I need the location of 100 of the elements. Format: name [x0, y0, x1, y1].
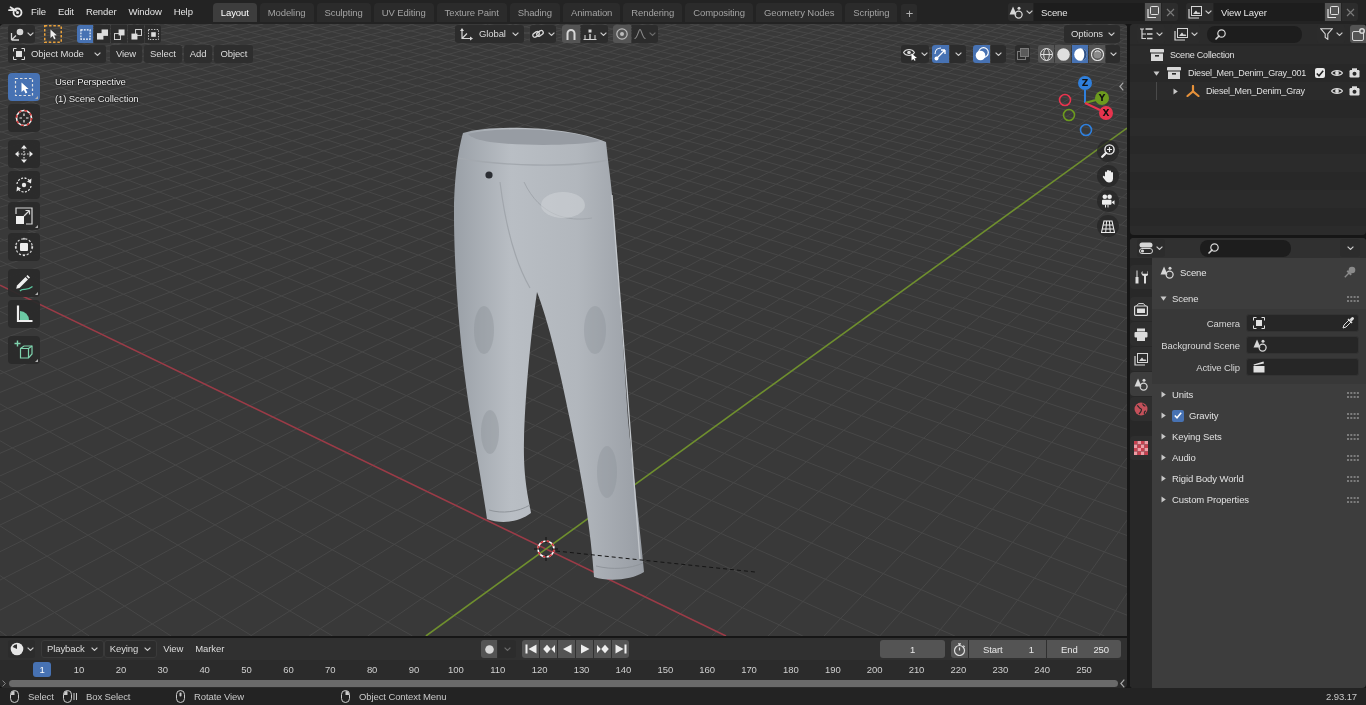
workspace-tab[interactable]: Shading	[509, 3, 560, 22]
search-field[interactable]	[1207, 25, 1302, 43]
tool-button[interactable]	[8, 104, 40, 132]
tool-button[interactable]	[8, 233, 40, 261]
timeline-scrollbar[interactable]	[9, 679, 1118, 687]
tool-button[interactable]	[8, 269, 40, 297]
snap-target-dropdown[interactable]	[581, 25, 608, 43]
shading-mode-button[interactable]	[1089, 45, 1105, 63]
menu-item[interactable]: File	[25, 3, 52, 21]
menu-item[interactable]: Render	[79, 3, 123, 21]
header-menu[interactable]: Add	[183, 45, 213, 63]
header-menu[interactable]: Object	[214, 45, 254, 63]
workspace-tab[interactable]: UV Editing	[373, 3, 434, 22]
eye-icon[interactable]	[1331, 87, 1343, 95]
workspace-tab[interactable]: Compositing	[685, 3, 753, 22]
workspace-tab[interactable]: Sculpting	[316, 3, 371, 22]
zoom-button[interactable]	[1097, 140, 1119, 162]
header-dropdown[interactable]: Keying	[103, 640, 158, 658]
orientation-dropdown[interactable]: Global	[455, 25, 524, 43]
remove-view-layer-button[interactable]	[1342, 3, 1358, 21]
active-tool-button[interactable]	[44, 25, 62, 43]
properties-tab[interactable]	[1130, 297, 1152, 321]
panel-header[interactable]: Scene	[1160, 288, 1359, 309]
panel-header[interactable]: Audio	[1160, 447, 1359, 468]
shading-mode-button[interactable]	[1055, 45, 1071, 63]
proportional-editing-toggle[interactable]	[613, 25, 631, 43]
pivot-dropdown[interactable]	[530, 25, 556, 43]
workspace-tab[interactable]: Rendering	[623, 3, 683, 22]
menu-item[interactable]: Help	[167, 3, 199, 21]
expand-triangle-icon[interactable]	[1160, 454, 1167, 461]
editor-type-button[interactable]	[8, 25, 35, 43]
camera-view-button[interactable]	[1097, 190, 1119, 212]
editor-type-button[interactable]	[1137, 239, 1165, 257]
outliner-item-name[interactable]: Scene Collection	[1170, 50, 1235, 60]
pin-button[interactable]	[1344, 266, 1356, 278]
tool-button[interactable]	[8, 300, 40, 328]
overlay-toggle[interactable]	[973, 45, 990, 63]
xray-toggle[interactable]	[1015, 45, 1030, 63]
play-reverse-button[interactable]	[558, 640, 576, 658]
menu-item[interactable]: Window	[122, 3, 168, 21]
shading-mode-button[interactable]	[1038, 45, 1054, 63]
expand-triangle-icon[interactable]	[1153, 69, 1160, 77]
auto-keying-toggle[interactable]	[481, 640, 498, 658]
negative-axis-handle[interactable]	[1058, 93, 1072, 107]
tool-button[interactable]	[8, 140, 40, 168]
properties-tab[interactable]	[1130, 436, 1152, 460]
expand-triangle-icon[interactable]	[1160, 433, 1167, 440]
workspace-tab[interactable]: Modeling	[259, 3, 314, 22]
options-dropdown[interactable]: Options	[1063, 25, 1120, 43]
outliner-item-name[interactable]: Diesel_Men_Denim_Gray	[1206, 86, 1305, 96]
expand-triangle-icon[interactable]	[1160, 391, 1167, 398]
preview-range-toggle[interactable]	[951, 640, 968, 658]
workspace-tab[interactable]: Scripting	[845, 3, 898, 22]
shading-mode-button[interactable]	[1072, 45, 1088, 63]
panel-header[interactable]: Keying Sets	[1160, 426, 1359, 447]
start-frame-field[interactable]: Start 1	[969, 640, 1046, 658]
object-picker-field[interactable]	[1246, 314, 1359, 332]
header-dropdown[interactable]: Playback	[41, 640, 104, 658]
workspace-tab[interactable]: Texture Paint	[436, 3, 507, 22]
panel-header[interactable]: Units	[1160, 384, 1359, 405]
checkbox[interactable]	[1315, 68, 1325, 78]
tool-button[interactable]	[8, 336, 40, 364]
new-collection-button[interactable]	[1350, 25, 1366, 43]
header-menu[interactable]: View	[157, 640, 190, 658]
camera-icon[interactable]	[1349, 68, 1360, 78]
display-mode-dropdown[interactable]	[1171, 25, 1200, 43]
pan-button[interactable]	[1097, 165, 1119, 187]
previous-keyframe-button[interactable]	[540, 640, 558, 658]
search-field[interactable]	[1200, 239, 1291, 257]
end-frame-field[interactable]: End 250	[1047, 640, 1121, 658]
scene-selector[interactable]	[1008, 3, 1033, 21]
header-menu[interactable]: Select	[144, 45, 182, 63]
shading-dropdown[interactable]	[1106, 45, 1120, 63]
expand-triangle-icon[interactable]	[1160, 496, 1167, 503]
playhead-marker[interactable]: 1	[33, 662, 51, 677]
properties-tab[interactable]	[1130, 322, 1152, 346]
projection-button[interactable]	[1097, 215, 1119, 237]
jump-to-start-button[interactable]	[522, 640, 540, 658]
new-view-layer-button[interactable]	[1325, 3, 1341, 21]
scene-picker-field[interactable]	[1246, 336, 1359, 354]
select-mode-button[interactable]	[145, 25, 161, 43]
tool-button[interactable]	[8, 73, 40, 101]
outliner-item-name[interactable]: Diesel_Men_Denim_Gray_001	[1188, 68, 1307, 78]
negative-axis-handle[interactable]	[1062, 108, 1076, 122]
negative-axis-handle[interactable]	[1079, 123, 1093, 137]
select-mode-button[interactable]	[94, 25, 110, 43]
properties-tab[interactable]	[1130, 265, 1152, 289]
add-workspace-button[interactable]: +	[901, 4, 918, 22]
gizmo-dropdown[interactable]	[950, 45, 966, 63]
overlay-dropdown[interactable]	[991, 45, 1006, 63]
header-menu[interactable]: View	[110, 45, 143, 63]
view-layer-selector[interactable]	[1186, 3, 1213, 21]
properties-tab[interactable]	[1130, 372, 1152, 396]
menu-item[interactable]: Edit	[51, 3, 80, 21]
tool-button[interactable]	[8, 171, 40, 199]
properties-tab[interactable]	[1130, 347, 1152, 371]
visibility-dropdown[interactable]	[901, 45, 929, 63]
axis-handle[interactable]: Y	[1095, 91, 1109, 105]
checkbox[interactable]	[1172, 409, 1184, 422]
header-menu[interactable]: Marker	[189, 640, 231, 658]
